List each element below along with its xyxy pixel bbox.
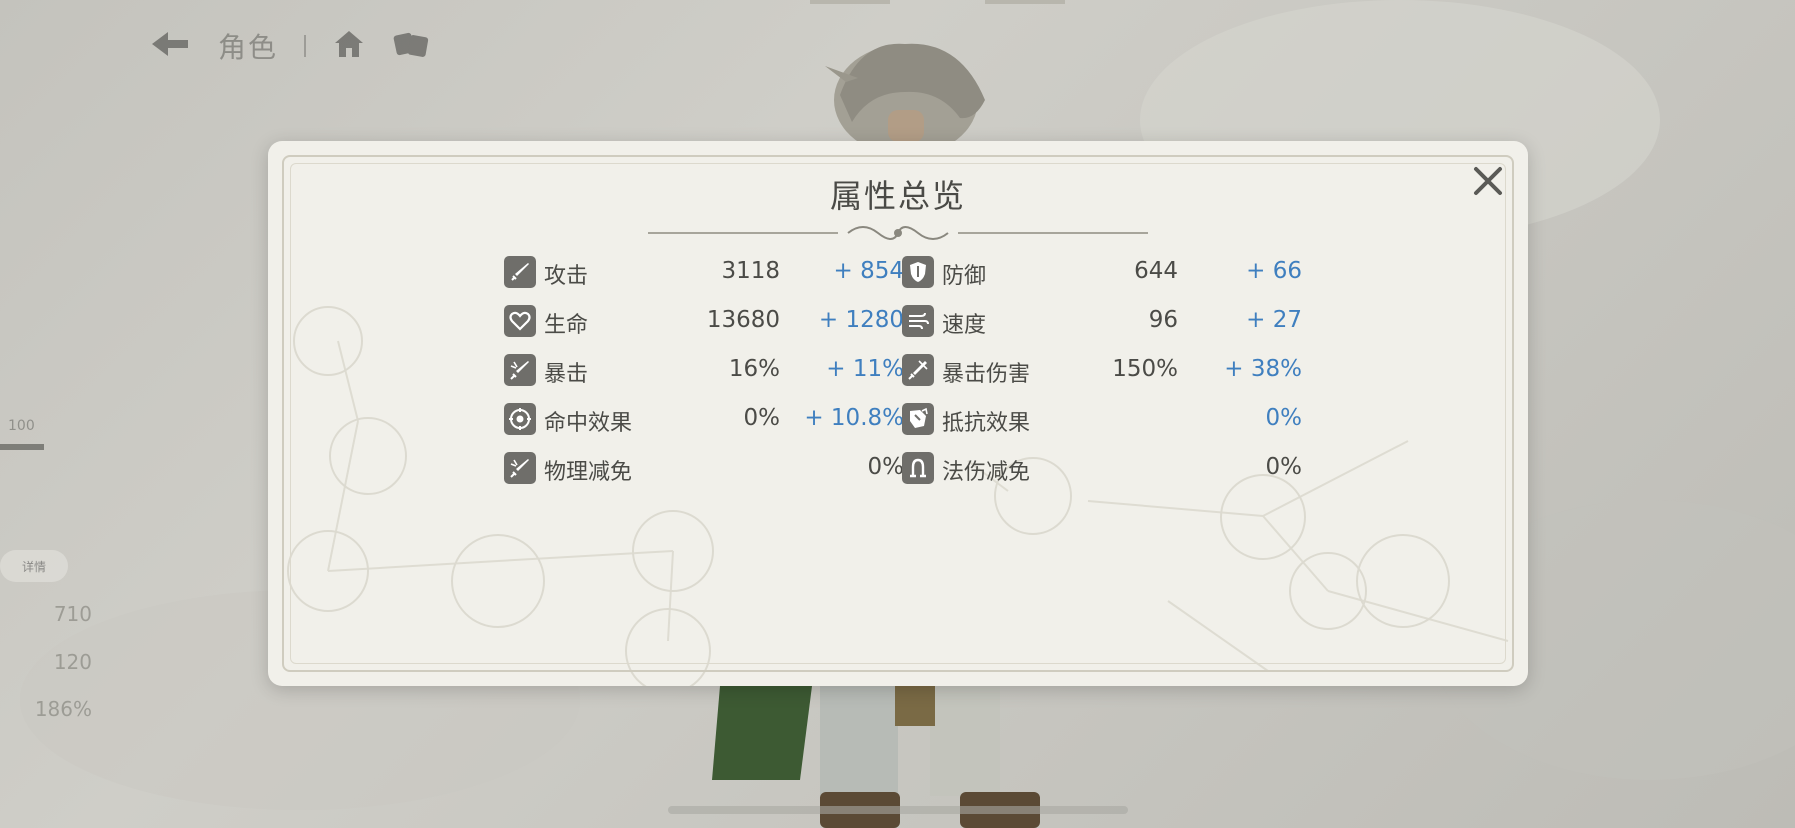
magic-shield-icon xyxy=(902,452,934,484)
stat-crit-damage: 暴击伤害 150% + 38% xyxy=(902,352,1302,388)
stat-row: 攻击 3118 + 854 防御 644 + 66 xyxy=(504,254,1354,290)
stat-base-value: 96 xyxy=(1148,307,1178,333)
stat-bonus-value: 0% xyxy=(1265,454,1303,480)
close-button[interactable] xyxy=(1460,153,1516,209)
stat-base-value: 16% xyxy=(728,356,780,382)
stat-speed: 速度 96 + 27 xyxy=(902,303,1302,339)
nav-title: 角色 xyxy=(218,31,279,64)
cards-icon[interactable] xyxy=(392,28,432,64)
shield-icon xyxy=(902,256,934,288)
crit-damage-icon xyxy=(902,354,934,386)
side-stat-value: 120 xyxy=(53,650,92,674)
stat-bonus-value: + 27 xyxy=(1246,307,1302,333)
side-detail-tag[interactable]: 详情 xyxy=(0,550,68,582)
stat-bonus-value: + 66 xyxy=(1246,258,1302,284)
stat-base-value: 3118 xyxy=(721,258,780,284)
stat-label: 物理减免 xyxy=(544,460,633,485)
modal-title: 属性总览 xyxy=(829,177,966,215)
home-icon[interactable] xyxy=(332,28,366,64)
stat-row: 命中效果 0% + 10.8% 抵抗效果 0% xyxy=(504,401,1354,437)
stat-bonus-value: + 11% xyxy=(826,356,904,382)
stat-row: 生命 13680 + 1280 速度 96 + 27 xyxy=(504,303,1354,339)
side-panel-bar xyxy=(0,444,44,450)
stat-row: 暴击 16% + 11% 暴击伤害 150% + 38% xyxy=(504,352,1354,388)
sword-icon xyxy=(504,256,536,288)
stat-label: 防御 xyxy=(942,264,987,289)
stat-bonus-value: + 10.8% xyxy=(804,405,904,431)
crit-sword-icon xyxy=(504,354,536,386)
heart-icon xyxy=(504,305,536,337)
stat-base-value: 0% xyxy=(743,405,781,431)
stat-bonus-value: + 38% xyxy=(1224,356,1302,382)
physical-shield-icon xyxy=(504,452,536,484)
back-icon[interactable] xyxy=(148,28,192,64)
stat-label: 抵抗效果 xyxy=(942,411,1031,436)
title-ornament xyxy=(648,226,1148,240)
home-indicator xyxy=(668,806,1128,814)
stat-label: 速度 xyxy=(942,313,987,338)
wind-icon xyxy=(902,305,934,337)
stat-hp: 生命 13680 + 1280 xyxy=(504,303,904,339)
top-navigation: 角色 xyxy=(148,24,432,68)
stat-effect-resist: 抵抗效果 0% xyxy=(902,401,1302,437)
stat-effect-hit: 命中效果 0% + 10.8% xyxy=(504,401,904,437)
stat-label: 生命 xyxy=(544,313,589,338)
stat-bonus-value: + 1280 xyxy=(818,307,904,333)
stat-base-value: 150% xyxy=(1112,356,1178,382)
stat-base-value: 13680 xyxy=(706,307,780,333)
attribute-overview-modal: 属性总览 攻击 3118 + 854 防御 644 + 66 生命 13680 … xyxy=(268,141,1528,686)
stat-label: 法伤减免 xyxy=(942,460,1031,485)
stat-crit: 暴击 16% + 11% xyxy=(504,352,904,388)
stat-bonus-value: + 854 xyxy=(833,258,904,284)
close-x-icon xyxy=(1474,167,1502,195)
stat-bonus-value: 0% xyxy=(1265,405,1303,431)
stat-label: 命中效果 xyxy=(544,411,633,436)
stat-label: 攻击 xyxy=(544,264,589,289)
target-icon xyxy=(504,403,536,435)
stat-label: 暴击伤害 xyxy=(942,362,1031,387)
stat-bonus-value: 0% xyxy=(867,454,905,480)
stat-base-value: 644 xyxy=(1134,258,1178,284)
stat-attack: 攻击 3118 + 854 xyxy=(504,254,904,290)
stat-defense: 防御 644 + 66 xyxy=(902,254,1302,290)
stat-row: 物理减免 0% 法伤减免 0% xyxy=(504,450,1354,486)
side-stat-value: 710 xyxy=(53,602,92,626)
side-panel-value: 100 xyxy=(8,418,35,434)
stat-physical-reduction: 物理减免 0% xyxy=(504,450,904,486)
resist-icon xyxy=(902,403,934,435)
side-stat-value: 186% xyxy=(34,697,92,721)
stat-magic-reduction: 法伤减免 0% xyxy=(902,450,1302,486)
stat-label: 暴击 xyxy=(544,362,589,387)
nav-divider xyxy=(304,35,307,57)
